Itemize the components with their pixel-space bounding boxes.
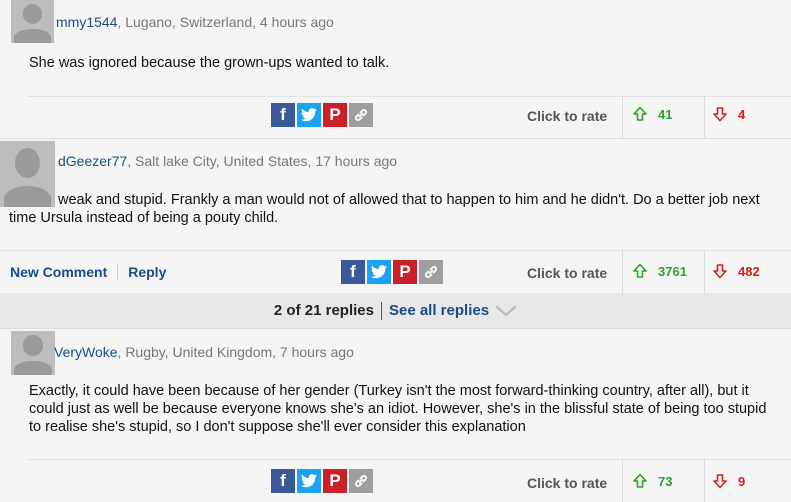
divider bbox=[0, 250, 791, 251]
share-buttons: f P bbox=[271, 103, 373, 127]
pinterest-icon[interactable]: P bbox=[393, 260, 417, 284]
twitter-icon[interactable] bbox=[367, 260, 391, 284]
divider bbox=[704, 250, 705, 293]
click-to-rate-label: Click to rate bbox=[527, 265, 608, 281]
arrow-up-icon bbox=[633, 106, 647, 121]
username-link[interactable]: dGeezer77 bbox=[58, 153, 127, 169]
divider bbox=[704, 459, 705, 502]
avatar[interactable] bbox=[11, 0, 54, 43]
arrow-up-icon bbox=[633, 473, 647, 488]
downvote-button[interactable]: 4 bbox=[712, 106, 745, 122]
comment: mmy1544, Lugano, Switzerland, 4 hours ag… bbox=[0, 0, 791, 138]
downvote-count: 9 bbox=[738, 473, 746, 489]
comment: dGeezer77, Salt lake City, United States… bbox=[0, 138, 791, 293]
share-buttons: f P bbox=[271, 469, 373, 493]
replies-bar: 2 of 21 replies See all replies bbox=[0, 293, 791, 328]
comment-actions: New Comment Reply bbox=[10, 264, 166, 280]
username-link[interactable]: mmy1544 bbox=[56, 14, 117, 30]
new-comment-link[interactable]: New Comment bbox=[10, 264, 107, 280]
downvote-count: 482 bbox=[738, 263, 760, 279]
click-to-rate-label: Click to rate bbox=[527, 475, 608, 491]
pinterest-icon[interactable]: P bbox=[323, 103, 347, 127]
upvote-button[interactable]: 73 bbox=[632, 473, 672, 489]
share-buttons: f P bbox=[341, 260, 443, 284]
facebook-icon[interactable]: f bbox=[271, 103, 295, 127]
reply-link[interactable]: Reply bbox=[128, 264, 166, 280]
divider bbox=[28, 459, 791, 460]
comment-text: Exactly, it could have been because of h… bbox=[29, 383, 767, 435]
chevron-down-icon[interactable] bbox=[495, 305, 517, 317]
upvote-count: 73 bbox=[658, 473, 673, 489]
downvote-button[interactable]: 482 bbox=[712, 263, 760, 279]
link-icon[interactable] bbox=[419, 260, 443, 284]
divider bbox=[622, 96, 623, 138]
avatar[interactable] bbox=[11, 331, 55, 375]
comment-meta: dGeezer77, Salt lake City, United States… bbox=[58, 153, 397, 169]
click-to-rate-label: Click to rate bbox=[527, 108, 608, 124]
divider bbox=[117, 264, 119, 280]
username-link[interactable]: VeryWoke bbox=[54, 344, 118, 360]
facebook-icon[interactable]: f bbox=[341, 260, 365, 284]
upvote-button[interactable]: 41 bbox=[632, 106, 672, 122]
arrow-down-icon bbox=[713, 107, 727, 122]
comment-location-time: , Rugby, United Kingdom, 7 hours ago bbox=[117, 344, 354, 360]
twitter-icon[interactable] bbox=[297, 103, 321, 127]
facebook-icon[interactable]: f bbox=[271, 469, 295, 493]
arrow-down-icon bbox=[713, 474, 727, 489]
comment: VeryWoke, Rugby, United Kingdom, 7 hours… bbox=[0, 328, 791, 502]
pinterest-icon[interactable]: P bbox=[323, 469, 347, 493]
comment-text: She was ignored because the grown-ups wa… bbox=[29, 55, 390, 71]
downvote-count: 4 bbox=[738, 106, 746, 122]
comment-meta: mmy1544, Lugano, Switzerland, 4 hours ag… bbox=[56, 14, 334, 30]
divider bbox=[622, 250, 623, 293]
divider bbox=[28, 96, 791, 97]
divider bbox=[380, 301, 382, 320]
replies-count: 2 of 21 replies bbox=[273, 302, 374, 319]
comment-location-time: , Lugano, Switzerland, 4 hours ago bbox=[117, 14, 334, 30]
comment-location-time: , Salt lake City, United States, 17 hour… bbox=[127, 153, 398, 169]
upvote-count: 3761 bbox=[658, 263, 687, 279]
link-icon[interactable] bbox=[349, 469, 373, 493]
downvote-button[interactable]: 9 bbox=[712, 473, 745, 489]
arrow-up-icon bbox=[633, 263, 647, 278]
comment-text: weak and stupid. Frankly a man would not… bbox=[9, 192, 760, 226]
divider bbox=[704, 96, 705, 138]
comment-meta: VeryWoke, Rugby, United Kingdom, 7 hours… bbox=[54, 344, 354, 360]
upvote-button[interactable]: 3761 bbox=[632, 263, 687, 279]
arrow-down-icon bbox=[713, 264, 727, 279]
link-icon[interactable] bbox=[349, 103, 373, 127]
divider bbox=[622, 459, 623, 502]
see-all-replies-link[interactable]: See all replies bbox=[389, 302, 489, 319]
twitter-icon[interactable] bbox=[297, 469, 321, 493]
upvote-count: 41 bbox=[658, 106, 673, 122]
